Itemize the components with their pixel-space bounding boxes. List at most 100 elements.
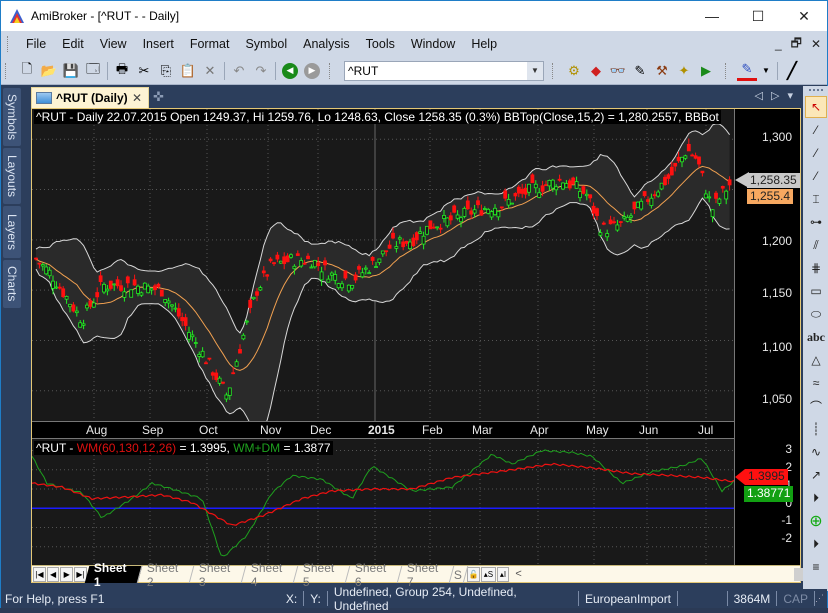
menu-grip[interactable]	[7, 36, 10, 52]
lock-button[interactable]: 🔓	[467, 566, 481, 582]
sheet-tab-8[interactable]: S	[449, 565, 469, 583]
fibonacci-tool[interactable]: ≈	[805, 372, 827, 394]
menu-analysis[interactable]: Analysis	[295, 37, 358, 51]
arrow-tool[interactable]: ↗	[805, 464, 827, 486]
zoom-tool[interactable]: ⊕	[805, 510, 827, 532]
indicator-pane[interactable]: ^RUT - WM(60,130,12,26) = 1.3995, WM+DM …	[32, 438, 734, 566]
vertical-line-tool[interactable]: ⌶	[805, 188, 827, 210]
save-button[interactable]: 💾	[61, 61, 81, 81]
open-button[interactable]: 📂	[39, 61, 59, 81]
portfolio-button[interactable]: ◆	[586, 61, 606, 81]
tab-prev-icon[interactable]: ◁	[755, 89, 763, 102]
sync-interval-button[interactable]: ▴I	[496, 566, 510, 582]
next-sheet-button[interactable]: ▶	[60, 566, 74, 582]
mdi-minimize-button[interactable]: _	[775, 37, 782, 51]
text-tool[interactable]: abc	[805, 326, 827, 348]
copy-button[interactable]: ⎘	[156, 61, 176, 81]
sheet-tab-2[interactable]: Sheet 2	[137, 560, 195, 588]
symbol-combobox[interactable]: ▼	[344, 60, 544, 81]
formula-editor-button[interactable]: ✎	[630, 61, 650, 81]
extended-line-tool[interactable]: ⁄	[805, 165, 827, 187]
andrews-pitchfork-tool[interactable]: ⋕	[805, 257, 827, 279]
menu-window[interactable]: Window	[403, 37, 463, 51]
dock-grip[interactable]	[809, 89, 823, 95]
tab-symbols[interactable]: Symbols	[3, 88, 21, 146]
triangle-tool[interactable]: △	[805, 349, 827, 371]
expand2-tool[interactable]: ⏵	[805, 533, 827, 555]
mdi-close-button[interactable]: ✕	[811, 37, 821, 51]
cut-button[interactable]: ✂	[134, 61, 154, 81]
wizard-button[interactable]: ✦	[674, 61, 694, 81]
tab-layouts[interactable]: Layouts	[3, 148, 21, 204]
redo-button[interactable]: ↷	[251, 61, 271, 81]
expand-tool[interactable]: ⏵	[805, 487, 827, 509]
tab-list-icon[interactable]: ▾	[787, 89, 793, 102]
horizontal-line-tool[interactable]: ⊶	[805, 211, 827, 233]
arc-tool[interactable]: ⌒	[805, 395, 827, 417]
lines-tool[interactable]: ≡	[805, 556, 827, 578]
new-tab-icon[interactable]: ✜	[153, 89, 164, 105]
save-all-button[interactable]: 🗔	[83, 61, 103, 81]
draw-color-button[interactable]: ✎	[737, 61, 757, 81]
scroll-left-button[interactable]: <	[515, 568, 521, 580]
maximize-button[interactable]: ☐	[735, 1, 781, 31]
tab-next-icon[interactable]: ▷	[771, 89, 779, 102]
print-button[interactable]: 🖶	[112, 61, 132, 81]
sheet-tab-4[interactable]: Sheet 4	[241, 560, 298, 588]
trendline-tool[interactable]: ⁄	[805, 119, 827, 141]
toolbar-grip[interactable]	[329, 62, 332, 79]
toolbar-grip[interactable]	[725, 62, 728, 79]
delete-button[interactable]: ✕	[200, 61, 220, 81]
automatic-analysis-icon: ⚙	[568, 62, 580, 78]
mdi-restore-button[interactable]: 🗗	[791, 34, 802, 55]
close-button[interactable]: ✕	[781, 1, 827, 31]
cycles-tool[interactable]: ┊	[805, 418, 827, 440]
menu-format[interactable]: Format	[182, 37, 238, 51]
select-arrow-tool[interactable]: ↖	[805, 96, 827, 118]
new-button[interactable]: 🗋	[17, 61, 37, 81]
minimize-button[interactable]: —	[689, 1, 735, 31]
horizontal-scrollbar[interactable]	[526, 567, 810, 582]
line-width-button[interactable]: ╱	[782, 61, 802, 81]
menu-view[interactable]: View	[92, 37, 135, 51]
sheet-tab-1[interactable]: Sheet 1	[84, 560, 143, 588]
menu-help[interactable]: Help	[463, 37, 505, 51]
close-tab-icon[interactable]: ✕	[132, 91, 142, 105]
sheet-tab-6[interactable]: Sheet 6	[345, 560, 402, 588]
resize-grip-icon[interactable]: ⋰	[815, 593, 824, 604]
tab-layers[interactable]: Layers	[3, 206, 21, 258]
menu-file[interactable]: File	[18, 37, 54, 51]
menu-tools[interactable]: Tools	[358, 37, 403, 51]
chevron-down-icon[interactable]: ▼	[762, 66, 770, 75]
rectangle-tool[interactable]: ▭	[805, 280, 827, 302]
menu-insert[interactable]: Insert	[135, 37, 182, 51]
menu-edit[interactable]: Edit	[54, 37, 92, 51]
sync-symbol-button[interactable]: ▴S	[481, 566, 496, 582]
parallel-lines-tool[interactable]: ⫽	[805, 234, 827, 256]
first-sheet-button[interactable]: |◀	[33, 566, 46, 582]
menu-symbol[interactable]: Symbol	[237, 37, 295, 51]
back-button[interactable]: ◀	[280, 61, 300, 81]
document-tab-rut[interactable]: ^RUT (Daily) ✕	[31, 87, 149, 108]
toolbar-grip[interactable]	[552, 62, 555, 79]
automatic-analysis-button[interactable]: ⚙	[564, 61, 584, 81]
undo-button[interactable]: ↶	[229, 61, 249, 81]
scan-button[interactable]: 👓	[608, 61, 628, 81]
sheet-tab-7[interactable]: Sheet 7	[397, 560, 454, 588]
chevron-down-icon[interactable]: ▼	[527, 61, 543, 80]
optimize-button[interactable]: ⚒	[652, 61, 672, 81]
paste-button[interactable]: 📋	[178, 61, 198, 81]
sheet-tab-3[interactable]: Sheet 3	[189, 560, 247, 588]
ellipse-tool[interactable]: ⬭	[805, 303, 827, 325]
tab-charts[interactable]: Charts	[3, 260, 21, 308]
toolbar-grip[interactable]	[5, 62, 8, 79]
symbol-input[interactable]	[345, 61, 523, 80]
price-pane[interactable]: ^RUT - Daily 22.07.2015 Open 1249.37, Hi…	[32, 109, 734, 421]
ray-tool[interactable]: ⁄	[805, 142, 827, 164]
backtest-button[interactable]: ▶	[696, 61, 716, 81]
forward-button[interactable]: ▶	[302, 61, 322, 81]
candle-body	[207, 357, 212, 360]
zigzag-tool[interactable]: ∿	[805, 441, 827, 463]
prev-sheet-button[interactable]: ◀	[46, 566, 60, 582]
sheet-tab-5[interactable]: Sheet 5	[293, 560, 350, 588]
